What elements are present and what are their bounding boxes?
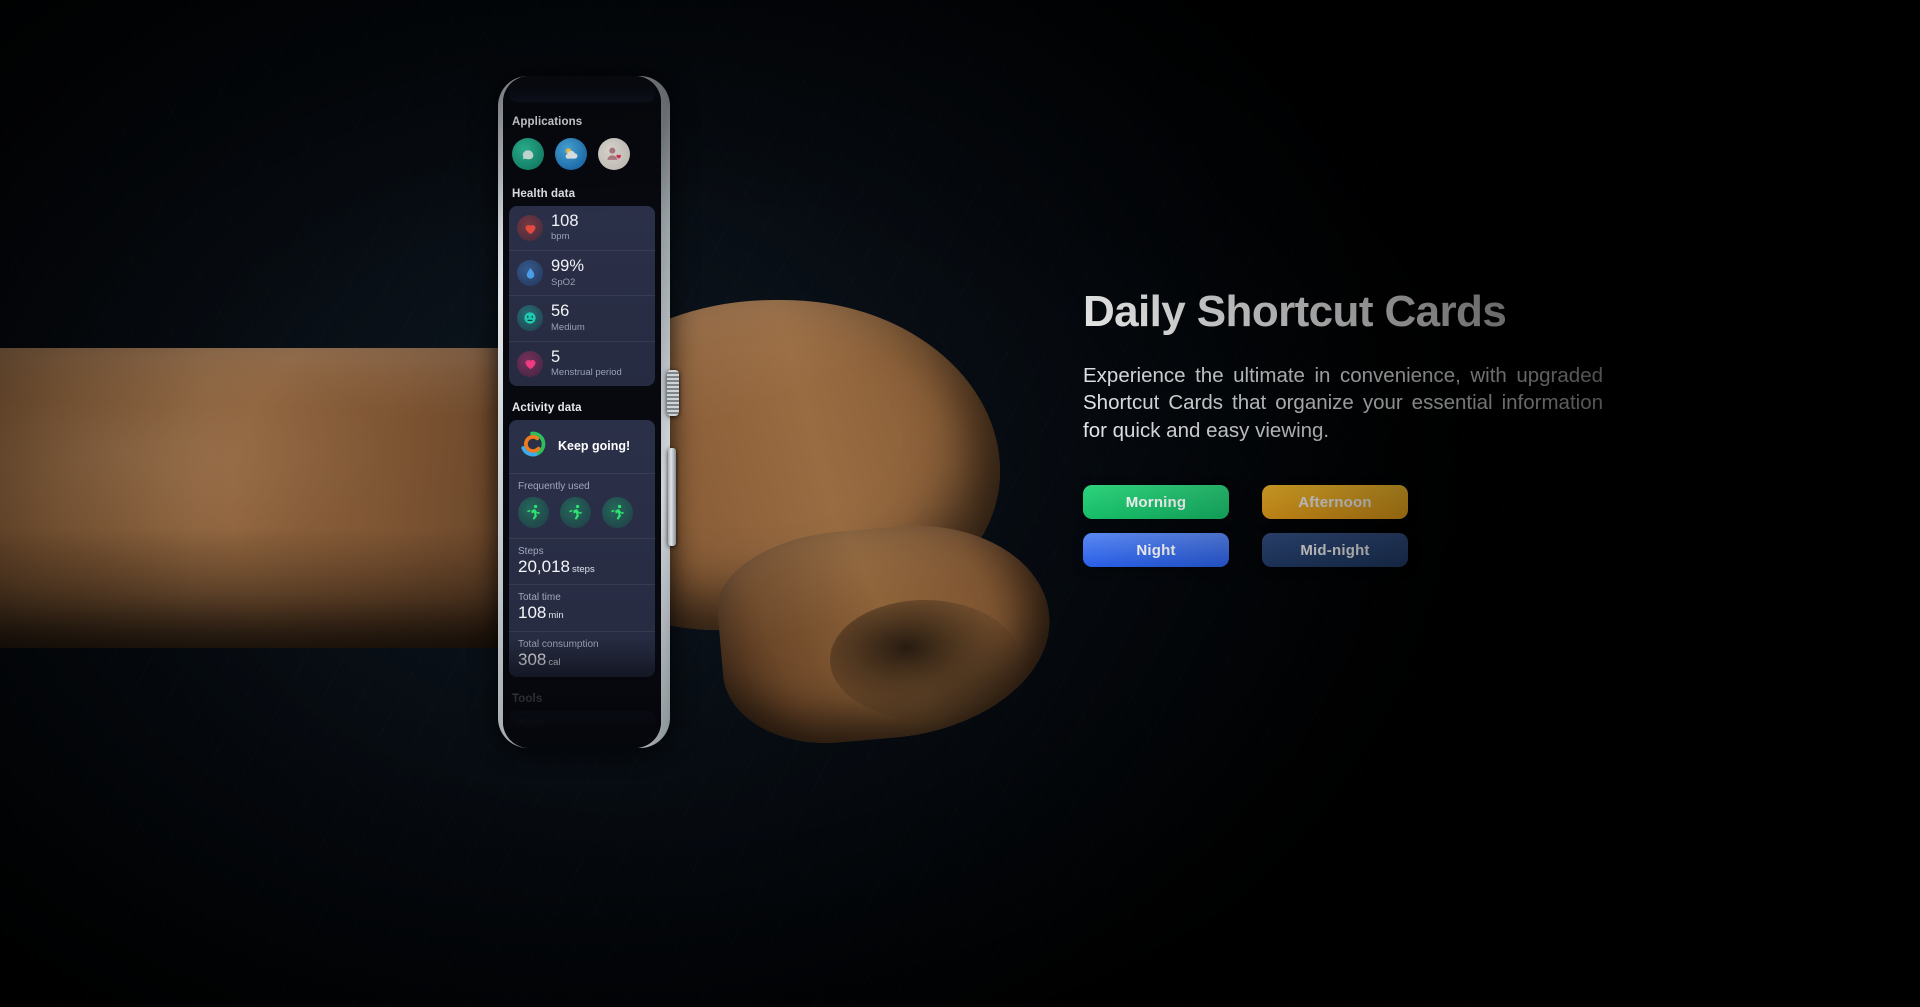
running-workout-icon[interactable]: [560, 496, 591, 528]
activity-encouragement-row[interactable]: Keep going!: [509, 420, 655, 473]
stress-unit: Medium: [551, 321, 585, 333]
alarm-meridiem: AM: [564, 737, 580, 748]
previous-card-partial[interactable]: [509, 76, 655, 102]
activity-section-title: Activity data: [512, 401, 582, 414]
applications-row: [503, 134, 661, 180]
page-description: Experience the ultimate in convenience, …: [1083, 363, 1603, 443]
stress-icon: [517, 305, 543, 332]
activity-card-group: Keep going! Frequently used Steps 20,018…: [509, 419, 655, 678]
blood-oxygen-icon: [517, 260, 543, 287]
running-workout-icon[interactable]: [602, 496, 633, 528]
watch-scroll-content: Applications Health data 108 bpm 99% SpO…: [503, 76, 661, 748]
spo2-value: 99%: [551, 257, 585, 276]
steps-unit: steps: [572, 563, 595, 575]
activity-encouragement-text: Keep going!: [558, 439, 631, 454]
menstrual-unit: Menstrual period: [551, 366, 622, 378]
health-row-menstrual[interactable]: 5 Menstrual period: [509, 342, 655, 386]
digital-crown[interactable]: [667, 370, 679, 416]
weather-app-icon[interactable]: [555, 138, 587, 170]
chip-midnight[interactable]: Mid-night: [1262, 533, 1408, 568]
page-root: Applications Health data 108 bpm 99% SpO…: [0, 0, 1920, 1007]
total-time-label: Total time: [518, 592, 561, 604]
activity-stat-steps[interactable]: Steps 20,018 steps: [509, 537, 655, 585]
health-app-icon[interactable]: [598, 138, 630, 170]
tools-section-title: Tools: [512, 693, 543, 706]
hand-shadow: [830, 600, 1020, 720]
alarm-card[interactable]: Alarm 10:06AM: [509, 711, 655, 748]
heart-rate-value: 108: [551, 212, 579, 230]
total-time-unit: min: [548, 610, 564, 622]
chip-night[interactable]: Night: [1083, 533, 1229, 568]
chip-morning[interactable]: Morning: [1083, 485, 1229, 520]
arm-and-watch-scene: Applications Health data 108 bpm 99% SpO…: [0, 0, 1180, 1007]
steps-value: 20,018: [518, 556, 570, 576]
health-row-stress[interactable]: 56 Medium: [509, 296, 655, 342]
total-consumption-unit: cal: [548, 656, 561, 668]
running-workout-icon[interactable]: [518, 496, 549, 528]
steps-label: Steps: [518, 545, 544, 557]
activity-rings-icon: [518, 429, 548, 464]
smartwatch: Applications Health data 108 bpm 99% SpO…: [498, 76, 679, 748]
menstrual-value: 5: [551, 347, 561, 366]
voice-memo-app-icon[interactable]: [512, 138, 544, 170]
forearm-image: [0, 348, 560, 648]
side-button[interactable]: [668, 448, 676, 546]
activity-stat-total-time[interactable]: Total time 108 min: [509, 584, 655, 631]
health-row-spo2[interactable]: 99% SpO2: [509, 251, 655, 297]
heart-rate-unit: bpm: [551, 231, 570, 243]
applications-section-title: Applications: [512, 116, 583, 128]
activity-stat-total-consumption[interactable]: Total consumption 308 cal: [509, 630, 655, 678]
alarm-time: 10:06: [518, 729, 564, 748]
total-consumption-label: Total consumption: [518, 638, 599, 650]
frequently-used-label: Frequently used: [509, 472, 655, 497]
chip-afternoon[interactable]: Afternoon: [1262, 485, 1408, 520]
total-consumption-value: 308: [518, 649, 547, 669]
marketing-copy: Daily Shortcut Cards Experience the ulti…: [1083, 287, 1603, 568]
stress-value: 56: [551, 302, 570, 321]
time-of-day-chip-group: Morning Afternoon Night Mid-night: [1083, 485, 1603, 568]
alarm-label: Alarm: [518, 718, 545, 730]
spo2-unit: SpO2: [551, 276, 576, 288]
health-card-group: 108 bpm 99% SpO2 56 Medium 5 Menstrual p…: [509, 206, 655, 386]
page-title: Daily Shortcut Cards: [1083, 287, 1507, 336]
total-time-value: 108: [518, 603, 547, 623]
health-section-title: Health data: [512, 188, 576, 200]
menstrual-icon: [517, 350, 543, 377]
watch-screen[interactable]: Applications Health data 108 bpm 99% SpO…: [503, 76, 661, 748]
heart-rate-icon: [517, 215, 543, 242]
frequently-used-row: [509, 496, 655, 538]
health-row-heart-rate[interactable]: 108 bpm: [509, 206, 655, 252]
